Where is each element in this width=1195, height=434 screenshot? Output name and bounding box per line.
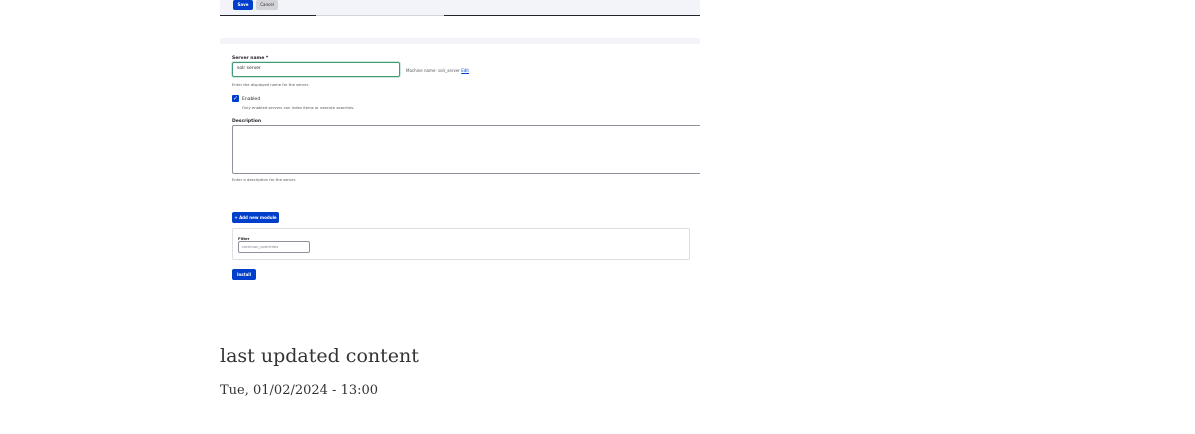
machine-name: Machine name: solr_server Edit xyxy=(406,68,469,73)
enabled-label: Enabled xyxy=(242,97,261,102)
filter-input[interactable]: common_overrides xyxy=(238,241,310,253)
enabled-hint: Only enabled servers can index items or … xyxy=(242,105,355,110)
description-hint: Enter a description for the server. xyxy=(232,177,296,182)
save-button[interactable]: Save xyxy=(233,0,253,10)
server-name-label: Server name * xyxy=(232,56,269,61)
page-heading: last updated content xyxy=(220,345,419,367)
section-divider xyxy=(220,38,700,44)
updated-date: Tue, 01/02/2024 - 13:00 xyxy=(220,383,379,398)
toolbar-divider xyxy=(316,15,444,16)
top-toolbar: Save Cancel xyxy=(220,0,700,16)
machine-name-text: Machine name: solr_server xyxy=(406,68,460,73)
server-name-input[interactable]: solr server xyxy=(232,62,400,77)
page: Save Cancel Server name * solr server Ma… xyxy=(0,0,1195,434)
description-label: Description xyxy=(232,119,262,124)
cancel-button[interactable]: Cancel xyxy=(256,0,278,10)
add-new-module-button[interactable]: + Add new module xyxy=(232,212,279,223)
embedded-screenshot: Save Cancel Server name * solr server Ma… xyxy=(220,0,700,300)
description-textarea[interactable] xyxy=(232,125,700,174)
machine-name-edit-link[interactable]: Edit xyxy=(461,68,469,73)
enabled-checkbox[interactable]: ✓ xyxy=(232,95,239,102)
server-name-hint: Enter the displayed name for the server. xyxy=(232,82,309,87)
install-button[interactable]: Install xyxy=(232,269,256,280)
filter-panel: Filter common_overrides xyxy=(232,228,690,260)
check-icon: ✓ xyxy=(232,95,239,102)
